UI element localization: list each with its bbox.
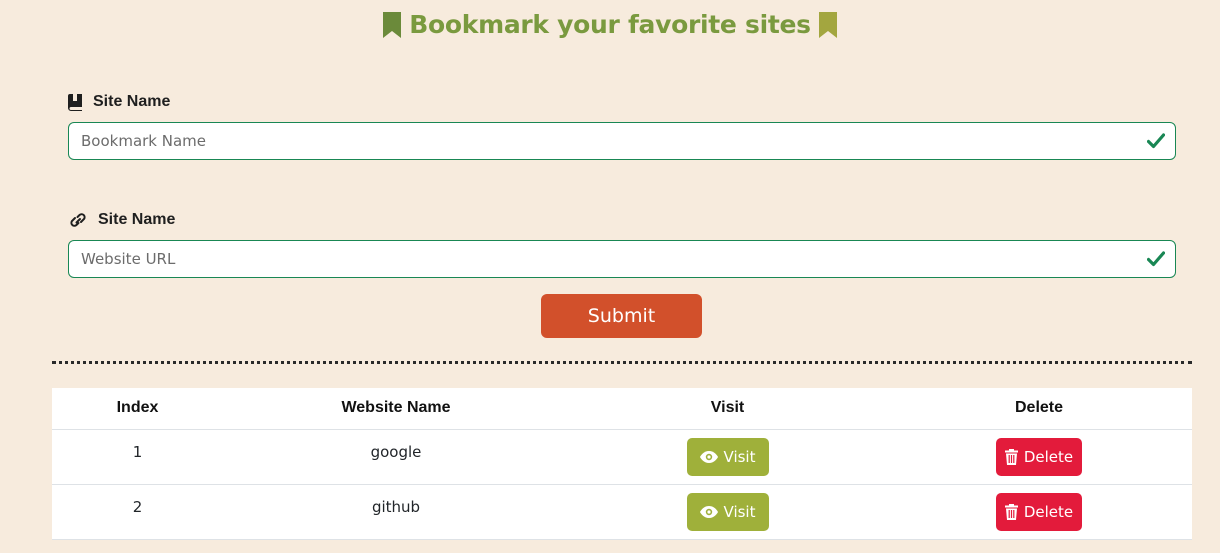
eye-icon <box>699 450 718 463</box>
section-divider <box>52 361 1192 364</box>
submit-button[interactable]: Submit <box>541 294 702 338</box>
site-name-label: Site Name <box>68 93 170 111</box>
check-icon <box>1146 133 1166 153</box>
bookmark-icon <box>383 11 402 38</box>
delete-button[interactable]: Delete <box>996 492 1082 531</box>
delete-button[interactable]: Delete <box>996 437 1082 476</box>
header-visit: Visit <box>569 388 886 430</box>
site-name-field-wrapper <box>68 122 1176 160</box>
book-icon <box>68 93 83 111</box>
site-url-field-wrapper <box>68 240 1176 278</box>
row-index: 2 <box>52 484 223 540</box>
row-index: 1 <box>52 429 223 485</box>
header-website-name: Website Name <box>223 388 569 430</box>
visit-button-label: Visit <box>723 502 756 521</box>
table-row: 2 github Visit Delete <box>52 484 1192 540</box>
trash-icon <box>1004 448 1018 465</box>
site-name-input[interactable] <box>69 123 1175 159</box>
page-title: Bookmark your favorite sites <box>0 10 1220 39</box>
delete-button-label: Delete <box>1023 447 1074 466</box>
row-website-name: github <box>223 484 569 540</box>
table-header-row: Index Website Name Visit Delete <box>52 388 1192 430</box>
visit-button[interactable]: Visit <box>686 492 769 531</box>
visit-button[interactable]: Visit <box>686 437 769 476</box>
bookmarks-table: Index Website Name Visit Delete 1 google… <box>52 388 1192 540</box>
header-delete: Delete <box>886 388 1192 430</box>
site-url-label-text: Site Name <box>98 211 176 228</box>
table-row: 1 google Visit Delete <box>52 429 1192 485</box>
eye-icon <box>699 505 718 518</box>
delete-button-label: Delete <box>1023 502 1074 521</box>
site-url-input[interactable] <box>69 241 1175 277</box>
row-website-name: google <box>223 429 569 485</box>
header-index: Index <box>52 388 223 430</box>
site-name-label-text: Site Name <box>93 93 171 110</box>
site-url-label: Site Name <box>68 211 175 229</box>
visit-button-label: Visit <box>723 447 756 466</box>
link-icon <box>68 212 88 228</box>
bookmark-icon <box>818 11 837 38</box>
trash-icon <box>1004 503 1018 520</box>
page-title-text: Bookmark your favorite sites <box>409 10 811 39</box>
check-icon <box>1146 251 1166 271</box>
